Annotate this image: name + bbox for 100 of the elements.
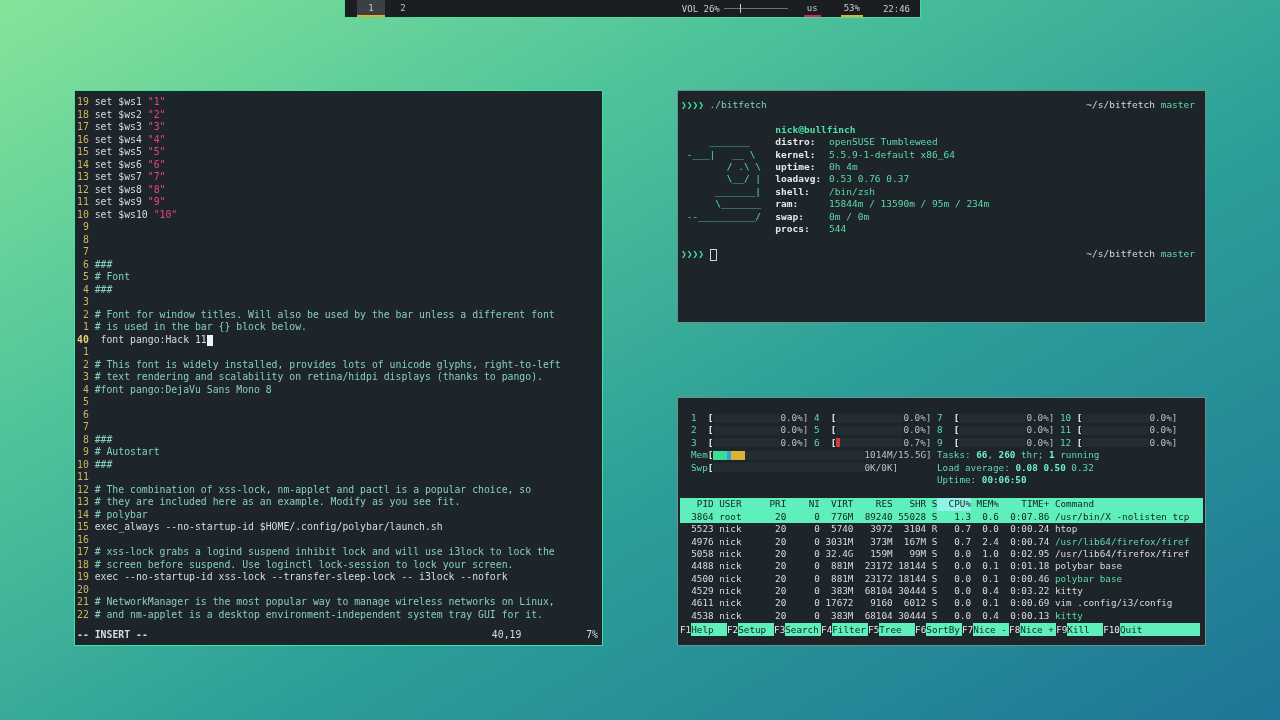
code-line: exec --no-startup-id xss-lock --transfer-sleep-lock -- i3lock --nofork xyxy=(94,571,508,584)
cpu-label: 10 xyxy=(1060,412,1072,425)
process-row[interactable]: 4611 nick 20 0 17672 9160 6012 S 0.0 0.1 0:00.69 vim .config/i3/config xyxy=(680,597,1203,610)
table-cell-text: kitty xyxy=(1053,585,1084,598)
text-cursor xyxy=(709,248,717,261)
function-key-button[interactable]: Kill xyxy=(1067,623,1104,637)
line-number: 9 xyxy=(81,221,89,234)
key-label: F9 xyxy=(1056,623,1068,637)
process-row[interactable]: 4488 nick 20 0 881M 23172 18144 S 0.0 0.1 0:01.18 polybar base xyxy=(680,560,1203,573)
column-header[interactable]: NI xyxy=(786,498,820,511)
column-header[interactable]: PRI xyxy=(763,498,787,511)
table-cell-text: 18144 xyxy=(897,560,927,573)
line-number: 3 xyxy=(81,371,89,384)
function-key-button[interactable]: Help xyxy=(691,623,727,637)
clock: 22:46 xyxy=(882,3,910,14)
function-key-button[interactable]: Tree xyxy=(879,623,916,637)
command-text: ./bitfetch xyxy=(709,99,767,112)
meter-bracket: [ xyxy=(707,461,714,474)
process-row[interactable]: 5058 nick 20 0 32.4G 159M 99M S 0.0 1.0 0:02.95 /usr/lib64/firefox/firef xyxy=(680,547,1203,561)
host-name: nick@bullfinch xyxy=(775,123,857,137)
column-header[interactable]: Command xyxy=(1049,498,1203,511)
git-branch: master xyxy=(1160,99,1195,112)
code-line: ### xyxy=(94,458,113,471)
table-cell-text: nick xyxy=(718,597,743,610)
function-key-button[interactable]: SortBy xyxy=(926,623,963,637)
cpu-reading: 0.0%] xyxy=(903,412,932,425)
column-header[interactable]: RES xyxy=(853,498,893,511)
meter-bracket: [ xyxy=(707,424,714,437)
meter-bracket: [ xyxy=(830,424,837,437)
info-key: loadavg: xyxy=(775,173,830,186)
table-cell-text: 20 xyxy=(774,597,787,610)
line-number: 11 xyxy=(77,196,89,209)
meter-bracket: [ xyxy=(830,436,837,450)
function-key-button[interactable]: Nice - xyxy=(973,623,1010,637)
code-line: # Autostart xyxy=(94,446,160,459)
table-cell-text: 0.0 xyxy=(953,609,971,623)
text-cursor xyxy=(206,334,213,346)
table-cell-text: 23172 xyxy=(863,560,893,573)
line-number: 1 xyxy=(81,321,89,334)
cpu-meter xyxy=(836,424,904,437)
prompt-symbol: ❯❯❯❯ xyxy=(681,99,704,112)
info-value: openSUSE Tumbleweed xyxy=(829,136,938,149)
table-cell-text: /usr/lib64/firefox/firef xyxy=(1053,535,1191,548)
workspace-button[interactable]: 1 xyxy=(357,0,385,17)
column-header[interactable]: USER xyxy=(713,498,764,511)
line-number: 15 xyxy=(77,146,89,159)
table-cell-text: 373M xyxy=(869,535,893,548)
table-cell-text: 0.1 xyxy=(981,597,999,610)
swap-reading: 0K/0K] xyxy=(864,461,899,474)
process-row[interactable]: 4976 nick 20 0 3031M 373M 167M S 0.7 2.4 0:00.74 /usr/lib64/firefox/firef xyxy=(680,535,1203,548)
cpu-reading: 0.0%] xyxy=(1149,436,1178,450)
function-key-button[interactable]: Filter xyxy=(832,623,869,637)
directory-path: ~/s/bitfetch xyxy=(1086,99,1155,112)
table-cell-text: 0.1 xyxy=(981,572,999,586)
column-header[interactable]: S xyxy=(926,498,938,511)
function-key-button[interactable]: Nice + xyxy=(1020,623,1057,637)
line-number: 10 xyxy=(77,208,89,221)
ascii-art-line: \__/ | xyxy=(725,173,763,186)
table-cell-text: htop xyxy=(1053,523,1079,536)
table-cell-text: 0.1 xyxy=(981,560,999,573)
column-header[interactable]: VIRT xyxy=(819,498,854,511)
info-key: kernel: xyxy=(775,148,830,161)
cpu-label: 4 xyxy=(814,412,821,425)
table-cell-text: 6012 xyxy=(902,597,927,610)
meter-bracket: [ xyxy=(953,412,960,425)
table-cell-text: 0:07.86 xyxy=(1009,510,1050,524)
process-row[interactable]: 4500 nick 20 0 881M 23172 18144 S 0.0 0.1 0:00.46 polybar base xyxy=(680,572,1203,586)
line-number: 20 xyxy=(77,583,89,596)
table-cell-text: S xyxy=(930,585,938,598)
code-line: set $ws4 "4" xyxy=(94,133,166,146)
column-header[interactable]: PID xyxy=(680,498,714,511)
line-number: 11 xyxy=(77,471,89,484)
code-line: set $ws6 "6" xyxy=(94,158,166,171)
process-row[interactable]: 5523 nick 20 0 5740 3972 3104 R 0.7 0.0 0:00.24 htop xyxy=(680,523,1203,536)
column-header[interactable]: CPU% xyxy=(937,498,971,511)
table-cell-text: 5740 xyxy=(830,523,854,536)
meter-label: Swp xyxy=(691,461,708,474)
column-header[interactable]: TIME+ xyxy=(998,498,1050,511)
process-row[interactable]: 4529 nick 20 0 383M 68104 30444 S 0.0 0.4 0:03.22 kitty xyxy=(680,585,1203,598)
function-key-button[interactable]: Search xyxy=(785,623,822,637)
table-cell-text: 89240 xyxy=(863,510,893,524)
column-header[interactable]: SHR xyxy=(892,498,927,511)
line-number: 3 xyxy=(81,296,89,309)
function-key-button[interactable]: Setup xyxy=(738,623,775,637)
table-cell-text: 3104 xyxy=(902,523,927,536)
workspace-button[interactable]: 2 xyxy=(389,0,417,17)
line-number: 2 xyxy=(81,358,89,371)
cursor-position: 40,19 xyxy=(491,628,523,641)
key-label: F1 xyxy=(680,623,692,637)
meter-label: Mem xyxy=(691,449,708,462)
line-number: 8 xyxy=(81,233,89,246)
process-row[interactable]: 4538 nick 20 0 383M 68104 30444 S 0.0 0.4 0:00.13 kitty xyxy=(680,609,1203,623)
line-number: 10 xyxy=(77,458,89,471)
column-header[interactable]: MEM% xyxy=(971,498,999,511)
info-key: swap: xyxy=(775,210,830,224)
indicator-label: us xyxy=(803,0,821,17)
line-number: 12 xyxy=(77,183,89,196)
table-cell-text: 20 xyxy=(774,510,787,524)
table-cell-text: 30444 xyxy=(897,609,927,623)
table-cell-text: root xyxy=(718,510,743,524)
